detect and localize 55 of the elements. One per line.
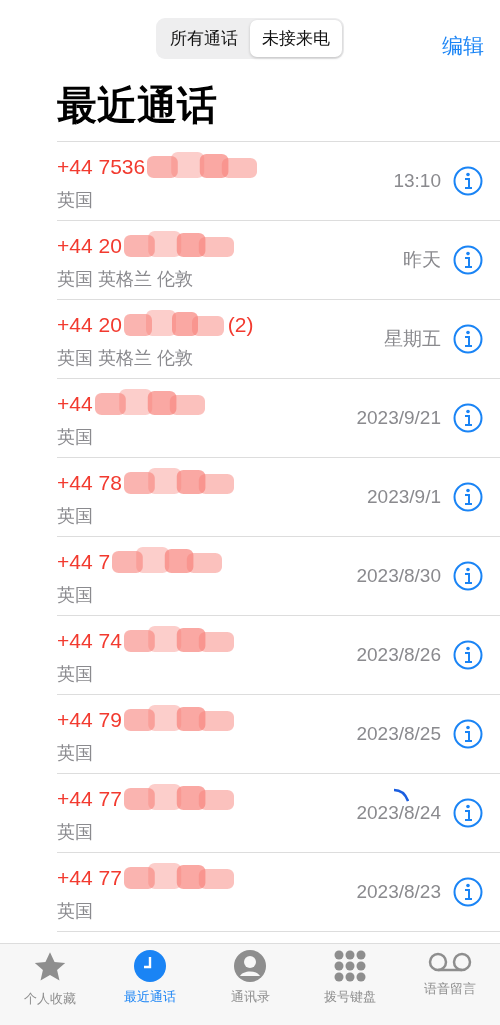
edit-link[interactable]: 编辑 xyxy=(442,32,484,60)
call-location: 英国 xyxy=(57,821,94,844)
tab-bar-item[interactable]: 通讯录 xyxy=(205,950,295,1025)
loading-arc-icon xyxy=(393,788,409,802)
tab-bar-item[interactable]: 最近通话 xyxy=(105,950,195,1025)
call-location: 英国 xyxy=(57,663,94,686)
keypad-icon xyxy=(334,950,366,982)
segment-tab[interactable]: 所有通话 xyxy=(158,19,250,57)
phone-number: +44 77 xyxy=(57,787,122,811)
info-icon[interactable] xyxy=(453,245,483,275)
phone-number: +44 7536 xyxy=(57,155,146,179)
call-location: 英国 xyxy=(57,505,94,528)
info-icon[interactable] xyxy=(453,877,483,907)
info-icon[interactable] xyxy=(453,561,483,591)
call-time: 昨天 xyxy=(403,248,441,272)
tab-bar-item[interactable]: 个人收藏 xyxy=(5,950,95,1025)
call-time: 2023/8/23 xyxy=(356,881,441,903)
clock-icon xyxy=(134,950,166,982)
call-count: (2) xyxy=(227,313,254,337)
call-time: 13:10 xyxy=(393,170,441,192)
call-time: 2023/9/21 xyxy=(356,407,441,429)
phone-number: +44 74 xyxy=(57,629,122,653)
call-location: 英国 xyxy=(57,189,94,212)
call-time: 2023/8/25 xyxy=(356,723,441,745)
phone-number: +44 7 xyxy=(57,550,111,574)
call-location: 英国 xyxy=(57,426,94,449)
phone-number: +44 79 xyxy=(57,708,122,732)
call-time: 星期五 xyxy=(384,327,441,351)
call-location: 英国 英格兰 伦敦 xyxy=(57,347,194,370)
call-time: 2023/8/24 xyxy=(356,802,441,824)
call-location: 英国 xyxy=(57,742,94,765)
call-time: 2023/8/26 xyxy=(356,644,441,666)
info-icon[interactable] xyxy=(453,403,483,433)
call-time: 2023/9/1 xyxy=(367,486,441,508)
voicemail-icon xyxy=(427,950,473,974)
info-icon[interactable] xyxy=(453,719,483,749)
info-icon[interactable] xyxy=(453,798,483,828)
page-title: 最近通话 xyxy=(57,82,218,129)
phone-number: +44 78 xyxy=(57,471,122,495)
info-icon[interactable] xyxy=(453,166,483,196)
person-icon xyxy=(234,950,266,982)
phone-number: +44 xyxy=(57,392,93,416)
call-location: 英国 英格兰 伦敦 xyxy=(57,268,194,291)
phone-number: +44 20 xyxy=(57,234,122,258)
info-icon[interactable] xyxy=(453,640,483,670)
phone-number: +44 77 xyxy=(57,866,122,890)
call-location: 英国 xyxy=(57,584,94,607)
info-icon[interactable] xyxy=(453,482,483,512)
tab-bar-item[interactable]: 语音留言 xyxy=(405,950,495,1025)
info-icon[interactable] xyxy=(453,324,483,354)
call-time: 2023/8/30 xyxy=(356,565,441,587)
tab-bar-item[interactable]: 拨号键盘 xyxy=(305,950,395,1025)
segment-tab[interactable]: 未接来电 xyxy=(250,19,342,57)
call-location: 英国 xyxy=(57,900,94,923)
phone-number: +44 20 xyxy=(57,313,122,337)
